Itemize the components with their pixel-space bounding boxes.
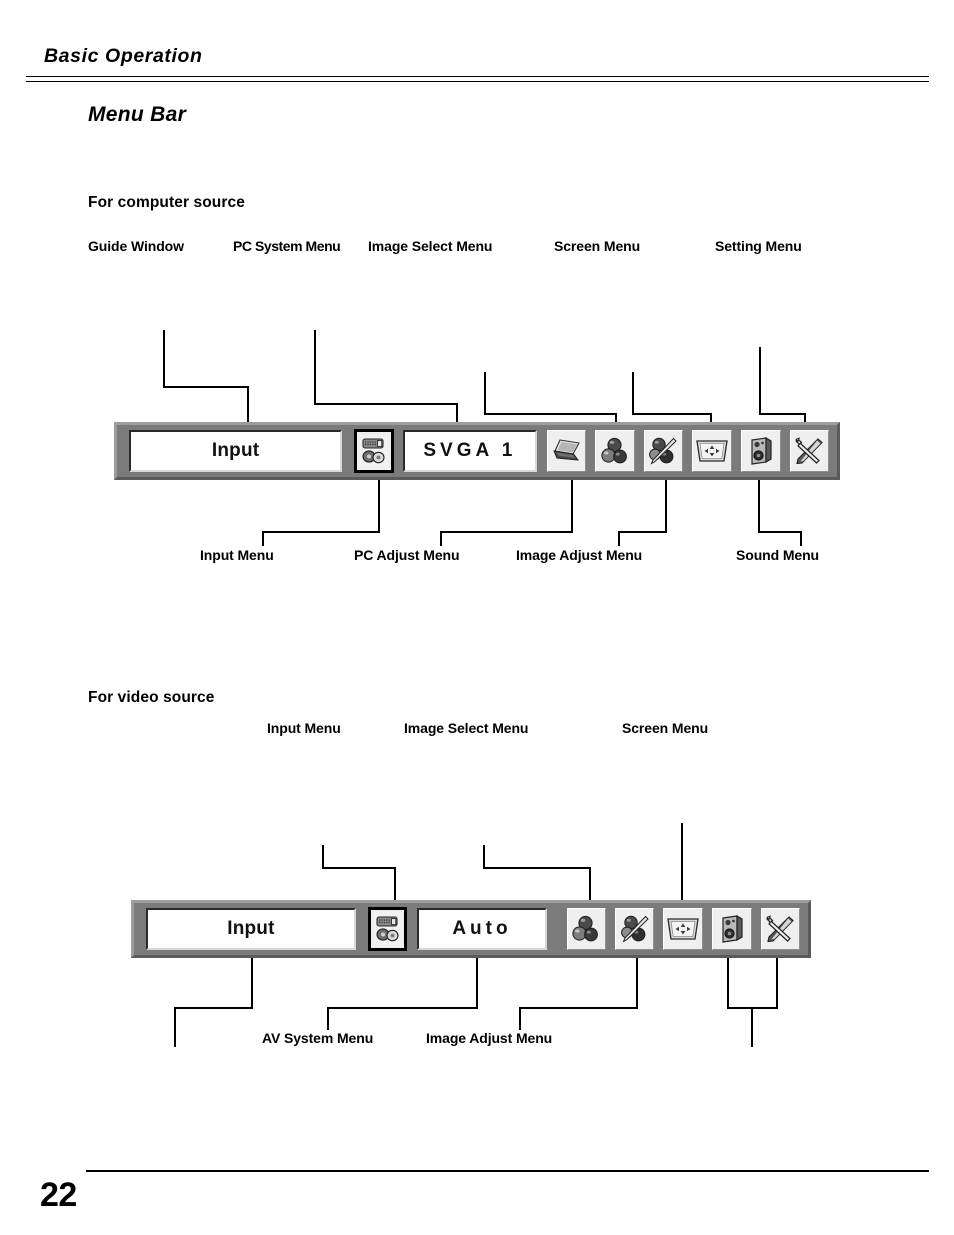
callout-video-input-menu: Input Menu bbox=[267, 720, 341, 736]
callout-screen-menu: Screen Menu bbox=[554, 238, 641, 254]
header-divider bbox=[26, 76, 929, 82]
screen-menu-button[interactable] bbox=[692, 430, 733, 472]
leader-video-image-select-h bbox=[483, 867, 590, 869]
image-select-spheres-icon bbox=[601, 437, 628, 464]
callout-pc-system-menu: PC System Menu bbox=[233, 238, 341, 254]
setting-menu-button[interactable] bbox=[789, 430, 829, 472]
leader-input-menu-v2 bbox=[262, 531, 264, 546]
sound-menu-button[interactable] bbox=[741, 430, 781, 472]
leader-av-system-h bbox=[327, 1007, 478, 1009]
computer-source-heading: For computer source bbox=[88, 194, 245, 211]
running-head: Basic Operation bbox=[44, 45, 203, 67]
sound-speaker-icon bbox=[751, 436, 772, 465]
callout-av-system-menu: AV System Menu bbox=[262, 1030, 374, 1046]
callout-video-image-adjust-menu: Image Adjust Menu bbox=[426, 1030, 553, 1046]
leader-image-select-h bbox=[484, 413, 616, 415]
image-adjust-button[interactable] bbox=[643, 430, 684, 472]
manual-page: Basic Operation Menu Bar For computer so… bbox=[0, 0, 954, 1235]
callout-image-adjust-menu: Image Adjust Menu bbox=[516, 547, 643, 563]
leader-image-adjust-h bbox=[618, 531, 667, 533]
av-system-field[interactable]: Auto bbox=[417, 908, 547, 950]
callout-input-menu: Input Menu bbox=[200, 547, 274, 563]
leader-setting-menu-h bbox=[759, 413, 806, 415]
leader-av-system-v2 bbox=[327, 1007, 329, 1030]
leader-video-bracket-stem bbox=[751, 1007, 753, 1047]
screen-arrows-icon bbox=[667, 918, 700, 940]
page-number: 22 bbox=[40, 1176, 77, 1214]
video-image-adjust-button[interactable] bbox=[614, 908, 655, 950]
pc-system-field[interactable]: SVGA 1 bbox=[402, 430, 538, 472]
setting-tools-icon bbox=[766, 915, 795, 943]
input-menu-icon bbox=[373, 913, 402, 945]
leader-sound-menu-v1 bbox=[758, 480, 760, 532]
page-title: Menu Bar bbox=[88, 103, 187, 126]
leader-pc-system-h bbox=[314, 403, 457, 405]
leader-pc-adjust-h bbox=[440, 531, 573, 533]
video-image-select-button[interactable] bbox=[566, 908, 606, 950]
callout-pc-adjust-menu: PC Adjust Menu bbox=[354, 547, 460, 563]
leader-av-system-v1 bbox=[476, 958, 478, 1008]
leader-video-image-adjust-h bbox=[519, 1007, 638, 1009]
guide-window-value: Input bbox=[211, 440, 260, 461]
callout-guide-window: Guide Window bbox=[88, 238, 184, 254]
image-select-spheres-icon bbox=[572, 915, 599, 942]
callout-video-image-select-menu: Image Select Menu bbox=[404, 720, 529, 736]
pc-adjust-laptop-icon bbox=[552, 439, 580, 461]
leader-pc-adjust-v1 bbox=[571, 480, 573, 532]
leader-sound-menu-v2 bbox=[800, 531, 802, 546]
leader-setting-menu-v1 bbox=[759, 347, 761, 414]
leader-guide-window-h bbox=[163, 386, 248, 388]
input-menu-button[interactable] bbox=[354, 429, 394, 473]
callout-image-select-menu: Image Select Menu bbox=[368, 238, 493, 254]
video-guide-window-value: Input bbox=[227, 918, 275, 939]
video-input-menu-button[interactable] bbox=[367, 907, 408, 951]
leader-image-adjust-v2 bbox=[618, 531, 620, 546]
leader-video-setting-v bbox=[776, 958, 778, 1008]
input-menu-icon bbox=[359, 435, 388, 467]
leader-screen-menu-h bbox=[632, 413, 712, 415]
leader-pc-adjust-v2 bbox=[440, 531, 442, 546]
callout-video-screen-menu: Screen Menu bbox=[622, 720, 709, 736]
leader-video-guide-h bbox=[174, 1007, 253, 1009]
av-system-value: Auto bbox=[452, 918, 512, 939]
pc-system-value: SVGA 1 bbox=[423, 440, 517, 461]
leader-guide-window-v1 bbox=[163, 330, 165, 387]
screen-arrows-icon bbox=[696, 440, 728, 462]
video-source-heading: For video source bbox=[88, 689, 215, 706]
sound-speaker-icon bbox=[722, 914, 743, 943]
leader-video-screen-menu-v bbox=[681, 823, 683, 905]
guide-window-field[interactable]: Input bbox=[129, 430, 343, 472]
callout-sound-menu: Sound Menu bbox=[736, 547, 819, 563]
footer-divider bbox=[86, 1170, 929, 1172]
image-adjust-brush-icon bbox=[620, 915, 649, 943]
leader-video-input-v1 bbox=[322, 845, 324, 868]
computer-menu-bar[interactable]: Input SVGA 1 bbox=[114, 422, 840, 480]
pc-adjust-button[interactable] bbox=[547, 430, 587, 472]
video-guide-window-field[interactable]: Input bbox=[146, 908, 356, 950]
leader-sound-menu-h bbox=[758, 531, 802, 533]
leader-video-image-adjust-v1 bbox=[636, 958, 638, 1008]
video-screen-menu-button[interactable] bbox=[663, 908, 704, 950]
leader-video-image-adjust-v2 bbox=[519, 1007, 521, 1030]
callout-setting-menu: Setting Menu bbox=[715, 238, 802, 254]
leader-video-sound-v bbox=[727, 958, 729, 1008]
leader-input-menu-h bbox=[262, 531, 380, 533]
setting-tools-icon bbox=[795, 437, 824, 465]
leader-pc-system-v1 bbox=[314, 330, 316, 404]
leader-video-image-select-v1 bbox=[483, 845, 485, 868]
leader-video-input-h bbox=[322, 867, 395, 869]
leader-screen-menu-v1 bbox=[632, 372, 634, 414]
leader-image-adjust-v1 bbox=[665, 480, 667, 532]
video-sound-menu-button[interactable] bbox=[712, 908, 752, 950]
leader-video-guide-v1 bbox=[251, 958, 253, 1008]
leader-video-guide-v2 bbox=[174, 1007, 176, 1047]
leader-input-menu-v1 bbox=[378, 480, 380, 532]
video-menu-bar[interactable]: Input Auto bbox=[131, 900, 811, 958]
image-select-button[interactable] bbox=[595, 430, 635, 472]
leader-image-select-v1 bbox=[484, 372, 486, 414]
video-setting-menu-button[interactable] bbox=[760, 908, 800, 950]
image-adjust-brush-icon bbox=[649, 437, 678, 465]
